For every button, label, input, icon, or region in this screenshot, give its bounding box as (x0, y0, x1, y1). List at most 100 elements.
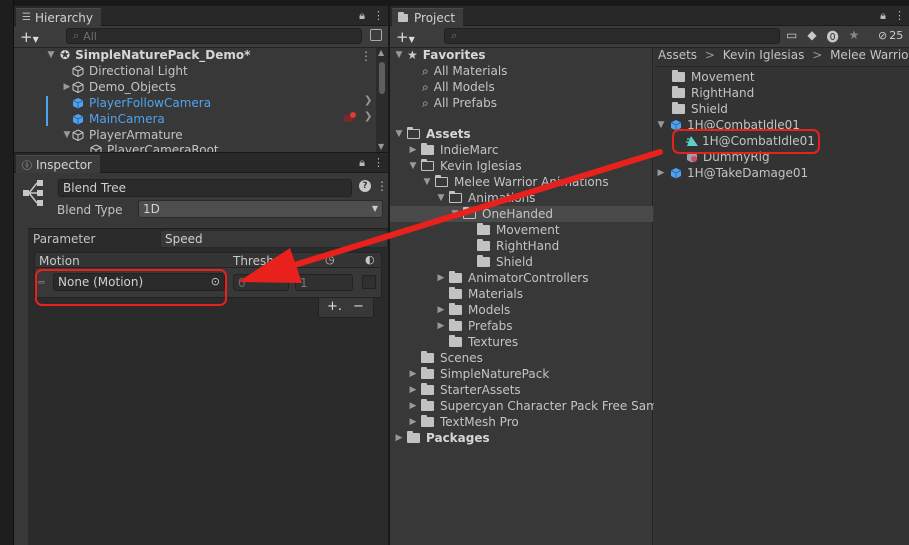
tree-folder-item[interactable]: ▶ Packages (394, 430, 490, 446)
chevron-right-icon[interactable]: ▶ (408, 145, 418, 155)
hierarchy-item[interactable]: PlayerFollowCamera (62, 95, 211, 111)
kebab-menu-icon[interactable]: ⋮ (373, 9, 384, 23)
breadcrumb-item[interactable]: Assets (658, 48, 697, 62)
search-by-log-icon[interactable]: ⓿ (827, 28, 839, 45)
scene-row[interactable]: ▼ ✪ SimpleNaturePack_Demo* (46, 47, 251, 63)
tree-folder-item[interactable]: ▼ Melee Warrior Animations (422, 174, 609, 190)
create-dropdown[interactable]: +▼ (20, 28, 39, 46)
kebab-menu-icon[interactable]: ⋮ (373, 156, 384, 170)
search-by-label-icon[interactable]: ◆ (807, 28, 816, 45)
tree-folder-item[interactable]: ▶ IndieMarc (408, 142, 498, 158)
tree-folder-item[interactable]: ▼ Kevin Iglesias (408, 158, 522, 174)
chevron-down-icon[interactable]: ▼ (436, 193, 446, 203)
project-search-input[interactable]: ⌕ (444, 28, 780, 44)
chevron-down-icon[interactable]: ▼ (656, 120, 666, 130)
hierarchy-scrollbar[interactable]: ▲ ▼ (376, 48, 388, 152)
folder-icon (449, 287, 462, 299)
asset-folder[interactable]: Movement (672, 69, 755, 85)
tree-folder-item[interactable]: RightHand (464, 238, 559, 254)
tree-folder-item[interactable]: Scenes (408, 350, 483, 366)
chevron-right-icon[interactable]: ▶ (656, 168, 666, 178)
chevron-right-icon[interactable]: ▶ (408, 401, 418, 411)
asset-folder[interactable]: RightHand (672, 85, 754, 101)
chevron-right-icon[interactable]: ▶ (394, 433, 404, 443)
tree-folder-item[interactable]: Movement (464, 222, 560, 238)
help-icon[interactable]: ? (359, 180, 371, 192)
kebab-menu-icon[interactable]: ⋮ (894, 9, 905, 23)
chevron-right-icon[interactable]: ▶ (408, 417, 418, 427)
scene-filter-icon[interactable] (370, 29, 382, 41)
asset-folder[interactable]: Shield (672, 101, 728, 117)
search-by-type-icon[interactable]: ▭ (786, 28, 797, 45)
create-dropdown[interactable]: +▼ (396, 28, 415, 46)
tree-folder-item[interactable]: ▶ Supercyan Character Pack Free Samp (408, 398, 665, 414)
chevron-right-icon[interactable]: ▶ (408, 369, 418, 379)
tree-folder-item[interactable]: Materials (436, 286, 523, 302)
hidden-packages-toggle[interactable]: ⊘ 25 (878, 29, 903, 42)
add-motion-button[interactable]: +. (327, 299, 342, 314)
tree-folder-item[interactable]: ▶ Prefabs (436, 318, 513, 334)
component-menu-icon[interactable]: ⋮ (376, 179, 388, 193)
tree-folder-item[interactable]: ▶ SimpleNaturePack (408, 366, 549, 382)
tree-folder-item[interactable]: ▼ OneHanded (450, 206, 553, 222)
chevron-right-icon[interactable]: ❯ (364, 95, 372, 106)
scroll-down-icon[interactable]: ▼ (378, 142, 384, 151)
chevron-right-icon[interactable]: ▶ (436, 273, 446, 283)
time-scale-input[interactable]: 1 (295, 274, 353, 291)
chevron-right-icon[interactable]: ▶ (436, 305, 446, 315)
scene-menu-icon[interactable]: ⋮ (360, 49, 372, 63)
highlight-box-motion-field (35, 269, 227, 306)
tree-folder-item[interactable]: ▶ Models (436, 302, 510, 318)
blend-type-dropdown[interactable]: 1D ▼ (138, 200, 383, 218)
scroll-up-icon[interactable]: ▲ (378, 48, 384, 57)
tree-folder-item[interactable]: Textures (436, 334, 518, 350)
breadcrumb: Assets > Kevin Iglesias > Melee Warrior … (658, 48, 909, 62)
lock-icon[interactable]: 🔒︎ (359, 156, 365, 170)
hierarchy-item[interactable]: MainCamera (62, 111, 165, 127)
hierarchy-item[interactable]: ▼ PlayerArmature (62, 127, 183, 143)
scroll-thumb[interactable] (379, 62, 385, 94)
lock-icon[interactable]: 🔒︎ (359, 9, 365, 23)
mirror-checkbox[interactable] (362, 275, 376, 289)
chevron-right-icon[interactable]: ▶ (436, 321, 446, 331)
favorites-header[interactable]: ▼ ★ Favorites (394, 47, 486, 63)
chevron-down-icon[interactable]: ▼ (450, 209, 460, 219)
blend-tree-name-input[interactable]: Blend Tree (58, 179, 352, 197)
search-icon: ⌕ (422, 79, 429, 94)
hierarchy-item[interactable]: Directional Light (62, 63, 188, 79)
asset-model[interactable]: ▶ 1H@TakeDamage01 (656, 165, 809, 181)
tree-folder-item[interactable]: ▶ AnimatorControllers (436, 270, 588, 286)
chevron-down-icon[interactable]: ▼ (46, 50, 56, 60)
folder-icon (421, 383, 434, 395)
tree-folder-item[interactable]: ▼ Assets (394, 126, 471, 142)
hierarchy-search-input[interactable]: ⌕ All (66, 28, 362, 44)
remove-motion-button[interactable]: − (353, 299, 364, 314)
favorite-item[interactable]: ⌕ All Materials (422, 63, 507, 79)
chevron-down-icon[interactable]: ▼ (62, 130, 72, 140)
hierarchy-item[interactable]: ▶ Demo_Objects (62, 79, 176, 95)
tree-folder-item[interactable]: Shield (464, 254, 533, 270)
chevron-down-icon[interactable]: ▼ (394, 129, 404, 139)
tree-folder-item[interactable]: ▶ StarterAssets (408, 382, 521, 398)
hierarchy-item[interactable]: PlayerCameraRoot (90, 143, 219, 152)
chevron-right-icon[interactable]: ▶ (62, 82, 72, 92)
tree-folder-item[interactable]: ▼ Animations (436, 190, 535, 206)
favorite-item[interactable]: ⌕ All Models (422, 79, 495, 95)
parameter-dropdown[interactable]: Speed (160, 230, 388, 248)
breadcrumb-item[interactable]: Kevin Iglesias (723, 48, 805, 62)
breadcrumb-item[interactable]: Melee Warrior Anim (830, 48, 909, 62)
favorite-star-icon[interactable]: ★ (849, 28, 860, 45)
tree-folder-item[interactable]: ▶ TextMesh Pro (408, 414, 519, 430)
chevron-down-icon[interactable]: ▼ (394, 50, 404, 60)
tab-hierarchy[interactable]: ☰ Hierarchy (16, 8, 101, 26)
chevron-down-icon[interactable]: ▼ (408, 161, 418, 171)
favorite-item[interactable]: ⌕ All Prefabs (422, 95, 497, 111)
chevron-down-icon[interactable]: ▼ (422, 177, 432, 187)
chevron-right-icon[interactable]: ▶ (408, 385, 418, 395)
lock-icon[interactable]: 🔒︎ (880, 9, 886, 23)
tab-inspector[interactable]: ⓘ Inspector (16, 155, 100, 173)
chevron-right-icon[interactable]: ❯ (364, 111, 372, 122)
tab-project[interactable]: Project (392, 8, 464, 26)
project-content-pane: Assets > Kevin Iglesias > Melee Warrior … (654, 48, 909, 545)
threshold-input[interactable]: 0 (233, 274, 289, 291)
